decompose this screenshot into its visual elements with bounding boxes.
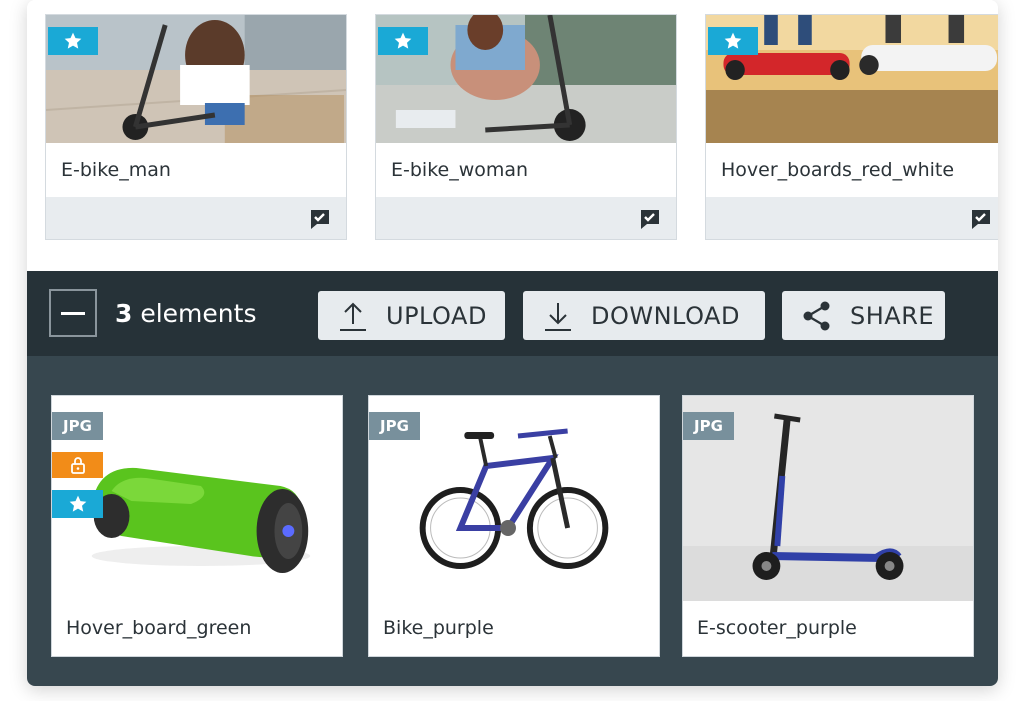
asset-name: Hover_board_green	[66, 617, 252, 639]
favorite-badge	[708, 27, 758, 55]
asset-name: Bike_purple	[383, 617, 494, 639]
asset-card-e-bike-woman[interactable]: E-bike_woman	[375, 14, 677, 240]
file-type-badge: JPG	[52, 412, 103, 440]
asset-card-hover-boards-red-white[interactable]: Hover_boards_red_white	[705, 14, 998, 240]
card-footer	[46, 197, 346, 239]
selection-count: 3 elements	[115, 299, 257, 328]
locked-badge	[52, 452, 103, 478]
selected-card-hover-board-green[interactable]: JPG Hover_board_green	[51, 395, 343, 657]
asset-name: E-bike_man	[61, 159, 171, 181]
card-footer	[706, 197, 998, 239]
lock-icon	[70, 457, 85, 474]
collapse-selection-button[interactable]	[49, 289, 97, 337]
share-icon	[803, 301, 830, 330]
asset-panel: E-bike_man E-bike_woman Hover_boards_red…	[27, 0, 998, 686]
share-label: SHARE	[850, 301, 935, 330]
favorite-badge	[48, 27, 98, 55]
star-icon	[69, 495, 86, 512]
file-type-badge: JPG	[683, 412, 734, 440]
share-button[interactable]: SHARE	[782, 291, 945, 340]
asset-name: Hover_boards_red_white	[721, 159, 955, 181]
upload-button[interactable]: UPLOAD	[318, 291, 505, 340]
selected-assets-area: JPG Hover_board_green JPG Bike_purple JP…	[27, 356, 998, 686]
top-card-row: E-bike_man E-bike_woman Hover_boards_red…	[27, 0, 998, 271]
star-icon	[64, 32, 82, 49]
card-footer	[376, 197, 676, 239]
star-icon	[724, 32, 742, 49]
file-type-badge: JPG	[369, 412, 420, 440]
favorite-badge	[52, 490, 103, 518]
approved-comment-icon[interactable]	[308, 207, 332, 231]
upload-icon	[340, 302, 366, 331]
minus-icon	[61, 311, 85, 315]
star-icon	[394, 32, 412, 49]
download-button[interactable]: DOWNLOAD	[523, 291, 765, 340]
asset-card-e-bike-man[interactable]: E-bike_man	[45, 14, 347, 240]
download-label: DOWNLOAD	[591, 301, 740, 330]
download-icon	[545, 302, 571, 331]
upload-label: UPLOAD	[386, 301, 487, 330]
favorite-badge	[378, 27, 428, 55]
selection-toolbar: 3 elements UPLOAD DOWNLOAD SHARE	[27, 271, 998, 356]
asset-name: E-scooter_purple	[697, 617, 857, 639]
approved-comment-icon[interactable]	[638, 207, 662, 231]
selected-card-bike-purple[interactable]: JPG Bike_purple	[368, 395, 660, 657]
asset-name: E-bike_woman	[391, 159, 529, 181]
approved-comment-icon[interactable]	[969, 207, 993, 231]
selected-card-e-scooter-purple[interactable]: JPG E-scooter_purple	[682, 395, 974, 657]
